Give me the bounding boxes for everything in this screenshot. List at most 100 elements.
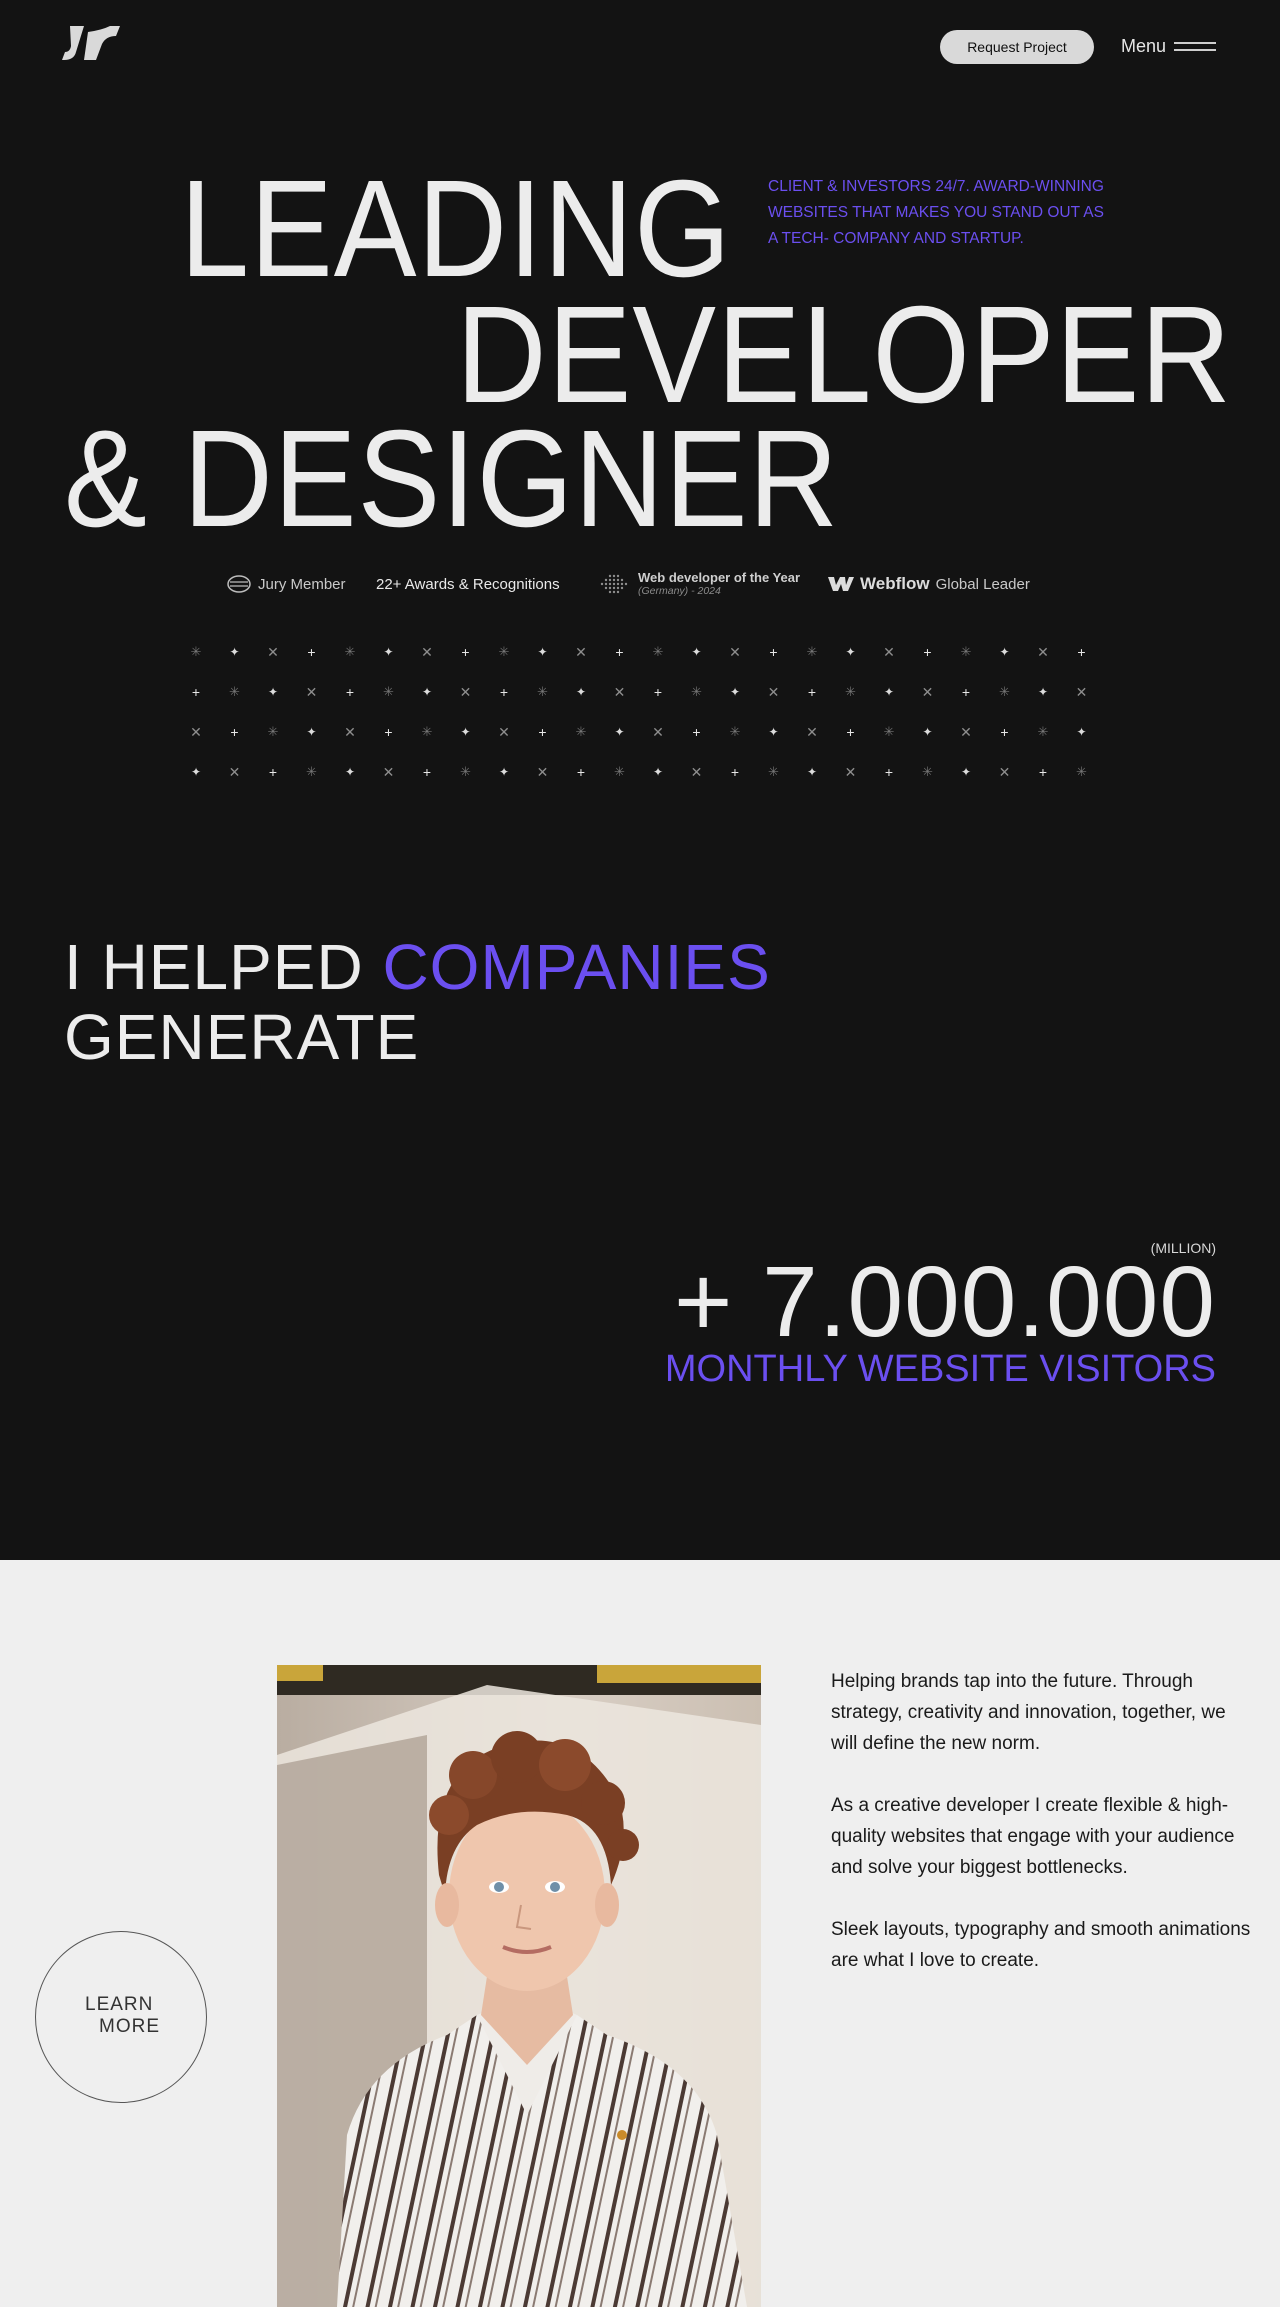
grid-symbol: + [461, 644, 470, 660]
grid-symbol: ✳ [344, 644, 356, 659]
grid-symbol: ✦ [498, 765, 510, 779]
grid-symbol: ✦ [306, 725, 317, 739]
grid-symbol: ✳ [806, 644, 818, 659]
helped-heading: I HELPED COMPANIES GENERATE [64, 932, 771, 1072]
dotted-globe-icon [600, 574, 628, 594]
grid-symbol: ✕ [344, 724, 356, 740]
hero-tagline: CLIENT & INVESTORS 24/7. AWARD-WINNING W… [768, 178, 1104, 247]
grid-symbol: ✳ [845, 684, 856, 699]
grid-symbol: ✕ [459, 684, 472, 700]
grid-symbol: ✦ [960, 765, 972, 779]
grid-symbol: ✕ [652, 724, 664, 740]
grid-symbol: ✦ [883, 685, 895, 699]
grid-symbol: ✳ [421, 724, 433, 739]
about-copy: Helping brands tap into the future. Thro… [831, 1666, 1251, 2007]
grid-symbol: + [191, 684, 201, 700]
grid-symbol: ✦ [229, 645, 240, 659]
helped-part-1: I HELPED [64, 931, 383, 1003]
grid-symbol: ✳ [267, 724, 279, 739]
hamburger-icon[interactable] [1174, 40, 1216, 52]
grid-symbol: ✦ [729, 685, 741, 699]
grid-symbol: ✳ [883, 724, 895, 739]
award-dev-year: Web developer of the Year (Germany) - 20… [594, 570, 800, 598]
grid-symbol: ✳ [229, 684, 240, 699]
grid-symbol: ✕ [421, 644, 433, 660]
grid-symbol: ✦ [344, 765, 356, 779]
grid-symbol: + [1000, 724, 1009, 740]
grid-symbol: ✦ [383, 645, 394, 659]
hero-title-line-3: & DESIGNER [64, 402, 840, 556]
portrait-illustration [277, 1665, 761, 2307]
brand-logo-icon[interactable] [62, 26, 120, 62]
awards-bar: Jury Member 22+ Awards & Recognitions We… [222, 570, 1042, 598]
grid-symbol: ✳ [1076, 764, 1087, 779]
grid-symbol: ✳ [306, 764, 317, 779]
helped-accent: COMPANIES [382, 931, 771, 1003]
grid-symbol: ✕ [613, 684, 626, 700]
portrait-photo [277, 1665, 761, 2307]
webflow-logo-icon [828, 577, 854, 591]
jury-badge-icon [227, 575, 251, 593]
request-project-button[interactable]: Request Project [940, 30, 1094, 64]
grid-symbol: ✕ [305, 684, 318, 700]
helped-part-2: GENERATE [64, 1001, 420, 1073]
grid-symbol: + [615, 644, 624, 660]
grid-symbol: + [384, 724, 393, 740]
grid-symbol: ✕ [960, 724, 972, 740]
grid-symbol: ✦ [267, 685, 279, 699]
webflow-suffix: Global Leader [935, 575, 1030, 593]
grid-symbol: ✳ [190, 644, 202, 659]
grid-symbol: + [884, 764, 894, 780]
grid-symbol: ✦ [460, 725, 471, 739]
grid-symbol: ✦ [190, 765, 202, 779]
award-count: 22+ Awards & Recognitions [376, 570, 560, 598]
grid-symbol: + [769, 644, 778, 660]
grid-symbol: + [422, 764, 432, 780]
grid-symbol: ✳ [999, 684, 1010, 699]
about-paragraph-2: As a creative developer I create flexibl… [831, 1795, 1235, 1878]
learn-more-line-2: MORE [99, 2016, 160, 2037]
grid-symbol: ✕ [998, 764, 1011, 780]
grid-symbol: ✦ [806, 765, 818, 779]
grid-symbol: ✳ [460, 764, 471, 779]
grid-symbol: ✦ [652, 765, 664, 779]
grid-symbol: + [345, 684, 355, 700]
grid-symbol: + [268, 764, 278, 780]
grid-symbol: ✳ [614, 764, 625, 779]
grid-symbol: ✦ [1076, 725, 1087, 739]
grid-symbol: + [730, 764, 740, 780]
stat-number: + 7.000.000 [673, 1246, 1216, 1358]
menu-label[interactable]: Menu [1121, 36, 1166, 57]
grid-symbol: + [653, 684, 663, 700]
grid-symbol: ✳ [729, 724, 741, 739]
about-paragraph-3: Sleek layouts, typography and smooth ani… [831, 1919, 1251, 1971]
grid-symbol: ✦ [575, 685, 587, 699]
jury-label: Jury Member [258, 575, 346, 593]
grid-symbol: ✳ [498, 644, 510, 659]
grid-symbol: ✕ [190, 724, 202, 740]
learn-more-button[interactable]: LEARN MORE [35, 1931, 207, 2103]
grid-symbol: ✳ [922, 764, 933, 779]
grid-symbol: + [576, 764, 586, 780]
grid-symbol: + [961, 684, 971, 700]
grid-symbol: ✦ [1037, 685, 1049, 699]
grid-symbol: ✳ [691, 684, 702, 699]
grid-symbol: ✕ [498, 724, 510, 740]
awards-count-label: 22+ Awards & Recognitions [376, 575, 560, 593]
grid-symbol: ✳ [652, 644, 664, 659]
grid-symbol: ✕ [1037, 644, 1049, 660]
grid-symbol: + [538, 724, 547, 740]
grid-symbol: + [846, 724, 855, 740]
about-paragraph-1: Helping brands tap into the future. Thro… [831, 1671, 1226, 1754]
grid-symbol: ✕ [1075, 684, 1088, 700]
award-jury: Jury Member [226, 570, 346, 598]
grid-symbol: + [807, 684, 817, 700]
decorative-symbol-grid: ✳ ✦ ✕ + ✳ ✦ ✕ + ✳ ✦ ✕ + ✳ ✦ ✕ + ✳ ✦ ✕ + ✳ ✦ ✕ + + ✳ ✦ ✕ + ✳ ✦ ✕ + ✳ ✦ ✕ + ✳ ✦ ✕… [188, 644, 1088, 794]
grid-symbol: ✦ [614, 725, 625, 739]
stat-label: MONTHLY WEBSITE VISITORS [664, 1348, 1216, 1390]
grid-symbol: ✳ [768, 764, 779, 779]
grid-symbol: ✦ [768, 725, 779, 739]
grid-symbol: + [307, 644, 316, 660]
grid-symbol: ✕ [729, 644, 741, 660]
grid-symbol: ✕ [844, 764, 857, 780]
